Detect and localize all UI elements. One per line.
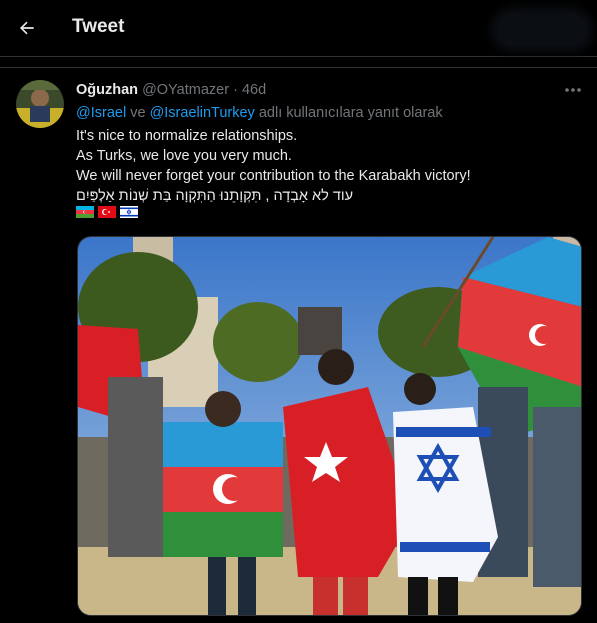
blurred-region	[497, 14, 587, 46]
tweet-line: We will never forget your contribution t…	[76, 168, 471, 184]
flag-emojis	[76, 206, 138, 218]
more-button[interactable]	[562, 82, 584, 98]
mention-link[interactable]: @IsraelinTurkey	[150, 105, 255, 121]
page-title: Tweet	[72, 16, 125, 37]
meta-separator: ·	[233, 82, 238, 98]
tweet-line-hebrew: עוד לא אָבְדָה , תִּקְוָתֵנוּ הַתִּקְוָה…	[76, 188, 354, 204]
turkey-flag-icon	[98, 206, 116, 218]
azerbaijan-flag-icon	[76, 206, 94, 218]
tweet-time[interactable]: 46d	[242, 82, 266, 98]
tweet-line: As Turks, we love you very much.	[76, 148, 292, 164]
back-button[interactable]	[11, 12, 43, 44]
israel-flag-icon	[120, 206, 138, 218]
arrow-left-icon	[20, 21, 34, 35]
reply-joiner: ve	[126, 105, 150, 121]
tweet-header: Oğuzhan @OYatmazer · 46d	[76, 82, 266, 98]
more-dots-icon	[565, 88, 581, 92]
tweet-line: It's nice to normalize relationships.	[76, 128, 298, 144]
avatar-image	[16, 80, 64, 128]
tweet-text: It's nice to normalize relationships. As…	[76, 126, 581, 206]
top-bar: Tweet	[0, 0, 597, 57]
avatar[interactable]	[16, 80, 64, 128]
photo-image	[78, 237, 581, 615]
author-name[interactable]: Oğuzhan	[76, 82, 138, 98]
author-handle[interactable]: @OYatmazer	[142, 82, 229, 98]
reply-context: @Israel ve @IsraelinTurkey adlı kullanıc…	[76, 105, 443, 121]
reply-suffix: adlı kullanıcılara yanıt olarak	[254, 105, 443, 121]
tweet-photo[interactable]	[77, 236, 582, 616]
divider	[0, 67, 597, 68]
mention-link[interactable]: @Israel	[76, 105, 126, 121]
